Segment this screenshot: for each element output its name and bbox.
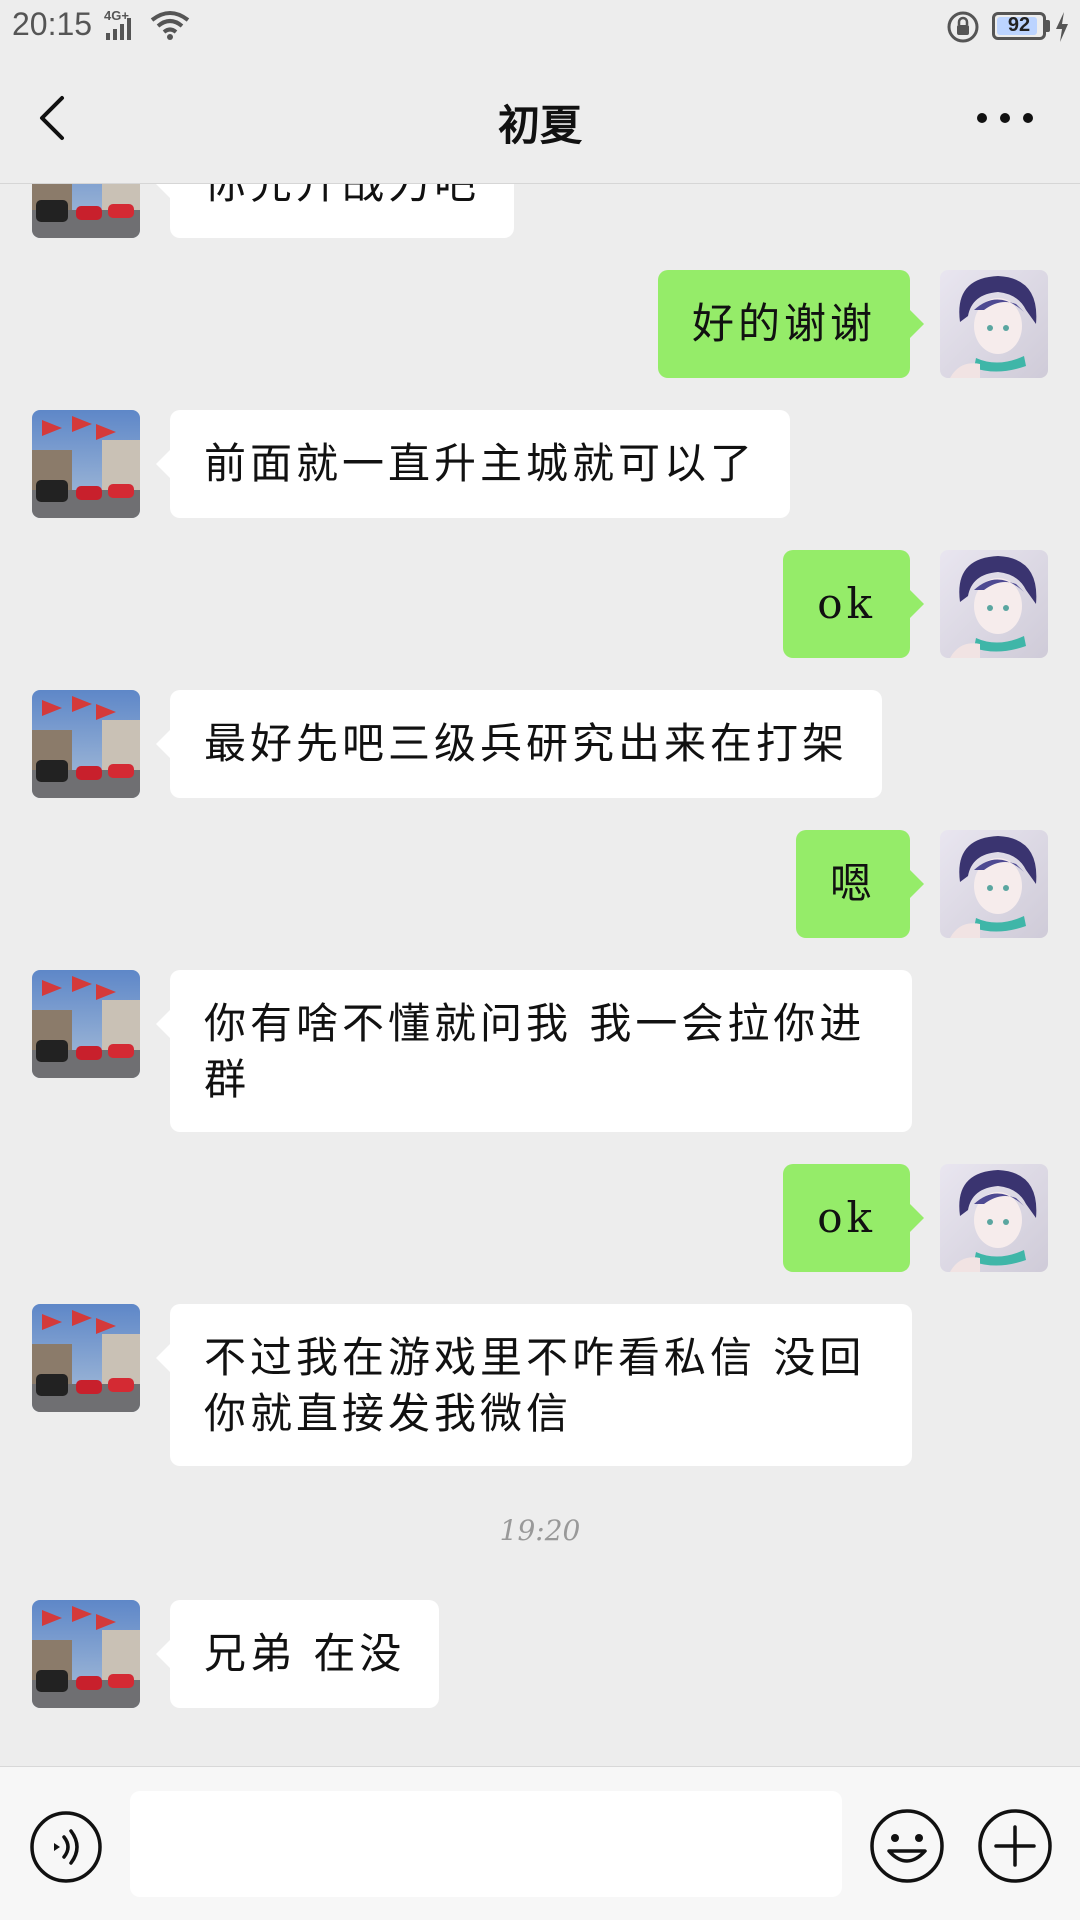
message-bubble-sent[interactable]: 好的谢谢: [657, 270, 925, 378]
charging-icon: [1056, 12, 1068, 42]
input-bar: [0, 1766, 1080, 1920]
battery-icon: 92: [992, 12, 1046, 40]
wifi-icon: [150, 11, 190, 40]
more-dots-icon[interactable]: [970, 90, 1040, 146]
my-avatar[interactable]: [940, 270, 1048, 378]
chat-header: 初夏: [0, 54, 1080, 184]
message-bubble-received[interactable]: 最好先吧三级兵研究出来在打架: [155, 690, 883, 798]
message-bubble-sent[interactable]: ok: [783, 550, 924, 658]
contact-avatar[interactable]: [32, 410, 140, 518]
battery-cap: [1046, 20, 1050, 32]
voice-icon[interactable]: [28, 1809, 104, 1885]
message-bubble-sent[interactable]: ok: [783, 1164, 924, 1272]
status-time: 20:15: [12, 6, 93, 42]
message-bubble-received[interactable]: 前面就一直升主城就可以了: [155, 410, 791, 518]
message-input[interactable]: [130, 1791, 842, 1897]
message-bubble-received[interactable]: 兄弟 在没: [155, 1600, 440, 1708]
contact-avatar[interactable]: [32, 184, 140, 238]
my-avatar[interactable]: [940, 1164, 1048, 1272]
chat-title: 初夏: [497, 101, 582, 150]
message-timestamp: 19:20: [499, 1514, 581, 1547]
contact-avatar[interactable]: [32, 970, 140, 1078]
emoji-icon[interactable]: [868, 1807, 946, 1885]
message-list[interactable]: 你先升战力吧 好的谢谢 前面就一直升主城就可以了: [0, 184, 1080, 1766]
my-avatar[interactable]: [940, 830, 1048, 938]
rotation-lock-icon: [947, 11, 979, 43]
contact-avatar[interactable]: [32, 690, 140, 798]
battery-level: 92: [1007, 14, 1031, 36]
contact-avatar[interactable]: [32, 1600, 140, 1708]
signal-icon: [106, 18, 131, 40]
plus-icon[interactable]: [976, 1807, 1054, 1885]
message-bubble-received[interactable]: 你有啥不懂就问我 我一会拉你进群: [156, 970, 912, 1132]
status-bar: 20:15 4G+ 92: [0, 0, 1080, 54]
message-bubble-sent[interactable]: 嗯: [795, 830, 925, 938]
my-avatar[interactable]: [940, 550, 1048, 658]
contact-avatar[interactable]: [32, 1304, 140, 1412]
message-bubble-received[interactable]: 你先升战力吧: [155, 184, 515, 238]
message-bubble-received[interactable]: 不过我在游戏里不咋看私信 没回你就直接发我微信: [156, 1304, 912, 1466]
